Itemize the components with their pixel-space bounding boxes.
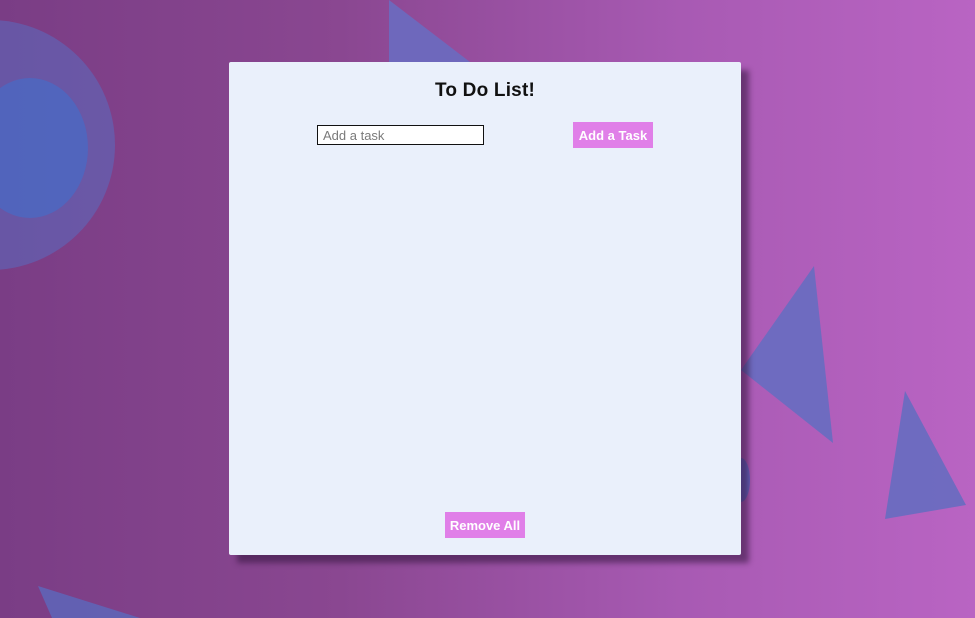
add-task-button[interactable]: Add a Task bbox=[573, 122, 653, 148]
bg-triangle-right-1 bbox=[741, 266, 833, 443]
remove-all-button[interactable]: Remove All bbox=[445, 512, 525, 538]
task-list bbox=[317, 162, 653, 492]
bg-triangle-top bbox=[389, 0, 470, 62]
bg-triangle-right-2 bbox=[885, 391, 966, 519]
todo-panel: To Do List! Add a Task Remove All bbox=[229, 62, 741, 555]
task-input[interactable] bbox=[317, 125, 484, 145]
page-title: To Do List! bbox=[435, 80, 535, 101]
bg-triangle-bottom bbox=[38, 586, 140, 618]
